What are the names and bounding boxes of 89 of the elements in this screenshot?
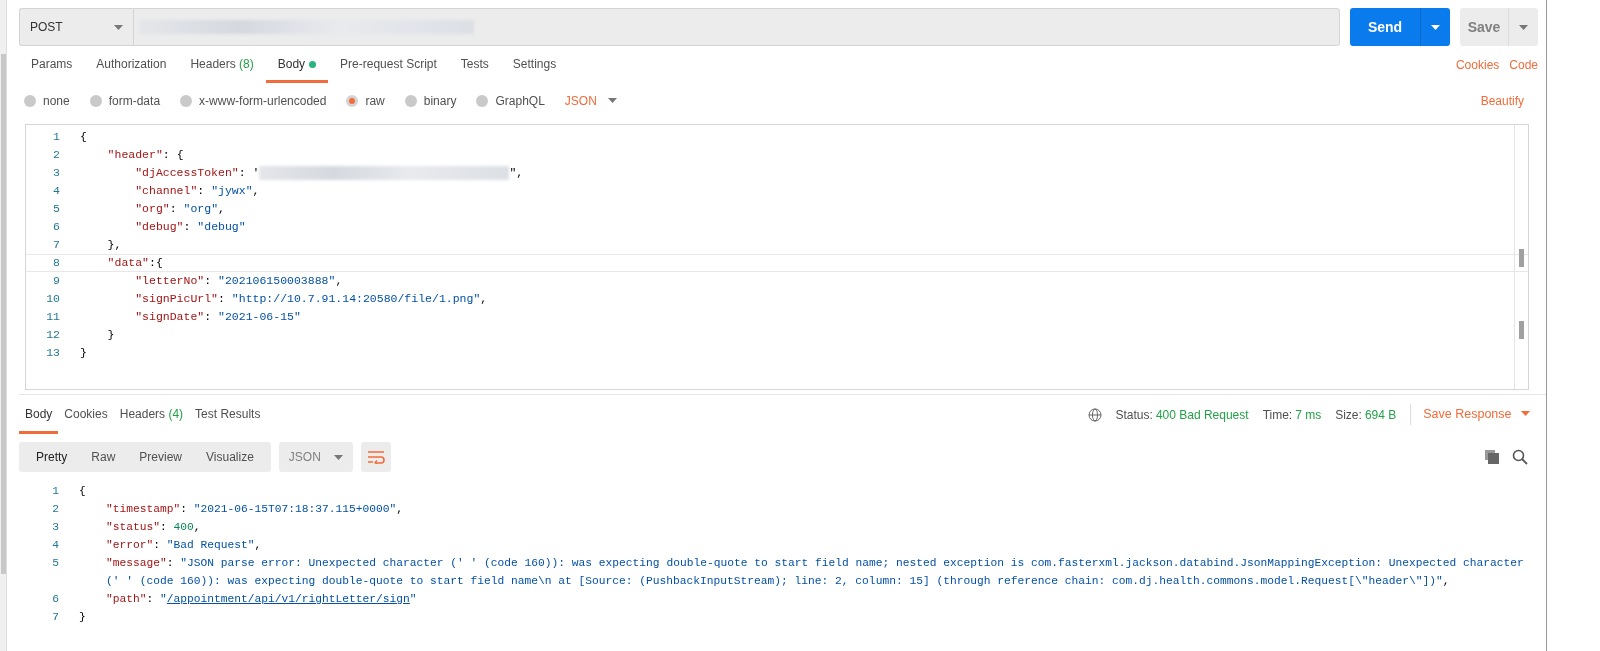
line-number: 8 [52, 255, 60, 272]
code-line: "debug": "debug" [134, 219, 246, 236]
send-dropdown-button[interactable] [1420, 8, 1450, 46]
line-number: 2 [52, 147, 60, 164]
code-line: "org": "org", [134, 201, 225, 218]
code-line: "header": { [106, 147, 184, 164]
tab[interactable]: Settings [500, 47, 569, 83]
code-line: } [80, 345, 87, 362]
line-number: 12 [45, 327, 60, 344]
globe-icon[interactable] [1087, 407, 1102, 422]
line-number: 10 [45, 291, 60, 308]
radio-option[interactable]: GraphQL [476, 92, 545, 110]
format-label: JSON [288, 449, 321, 466]
format-dropdown[interactable]: JSON [278, 442, 353, 472]
tab[interactable]: Tests [448, 47, 501, 83]
code-line: { [78, 484, 87, 499]
tab[interactable]: Authorization [84, 47, 179, 83]
line-number: 1 [52, 129, 60, 146]
tab[interactable]: Headers (8) [178, 47, 266, 83]
line-number: 6 [51, 592, 59, 607]
tab[interactable]: Test Results [189, 395, 267, 434]
code-line: "data":{ [106, 255, 163, 272]
line-number: 9 [52, 273, 60, 290]
radio-option[interactable]: x-www-form-urlencoded [180, 92, 327, 110]
code-text: "djAccessToken" [134, 166, 239, 180]
line-number: 1 [51, 484, 59, 499]
scrollbar-thumb[interactable] [1519, 321, 1524, 339]
radio-option[interactable]: raw [346, 92, 385, 110]
radio-option[interactable]: form-data [89, 92, 161, 110]
copy-icon[interactable] [1484, 449, 1500, 465]
line-number: 5 [51, 556, 59, 571]
code-line: "channel": "jywx", [134, 183, 260, 200]
view-tab[interactable]: Raw [79, 442, 128, 472]
line-number: 7 [52, 237, 60, 254]
response-meta: Time: 7 ms [1262, 406, 1322, 424]
view-tab[interactable]: Preview [127, 442, 195, 472]
request-body-editor[interactable] [25, 124, 1529, 390]
line-number: 5 [52, 201, 60, 218]
code-line: } [78, 610, 87, 625]
tab[interactable]: Params [19, 47, 85, 83]
code-line: "letterNo": "202106150003888", [134, 273, 343, 290]
line-number: 11 [45, 309, 60, 326]
method-label: POST [30, 19, 63, 36]
caret-icon [1521, 411, 1530, 417]
tab[interactable]: Body [19, 395, 59, 434]
caret-icon [608, 98, 618, 103]
code-line: { [80, 129, 87, 146]
line-number: 13 [45, 345, 60, 362]
response-meta: Status: 400 Bad Request [1115, 406, 1249, 424]
code-line: "message": "JSON parse error: Unexpected character (' ' (code 160)): was expecting double-quote to start field name; nested exception is com.fasterxml.jackson.databind.JsonMappingException: Unexpected character (' ' (code 160)): was expecting double-quote to start field name\n at [Source: (PushbackInputStream); line: 2, column: 15] (through reference chain: com.dj.health.commons.model.Request[\"header\"])", [105, 556, 1525, 589]
caret-icon [1519, 25, 1528, 31]
tab[interactable]: Headers (4) [113, 395, 190, 434]
radio-option[interactable]: none [24, 92, 70, 110]
send-button[interactable]: Send [1350, 8, 1420, 46]
caret-icon [333, 454, 343, 460]
scrollbar-thumb[interactable] [1, 54, 6, 574]
line-number: 3 [51, 520, 59, 535]
line-number: 3 [52, 165, 60, 182]
code-line: }, [106, 237, 122, 254]
tab[interactable]: Pre-request Script [328, 47, 449, 83]
wrap-lines-button[interactable] [360, 442, 391, 472]
code-line: } [106, 327, 115, 344]
save-dropdown-button[interactable] [1508, 8, 1538, 46]
scrollbar-thumb[interactable] [1519, 249, 1524, 267]
view-tab[interactable]: Pretty [24, 442, 80, 472]
view-tab[interactable]: Visualize [194, 442, 266, 472]
code-line: "error": "Bad Request", [105, 538, 263, 553]
code-line: "status": 400, [105, 520, 202, 535]
code-line: "path": "/appointment/api/v1/rightLetter/sign" [105, 592, 418, 607]
code-line: "timestamp": "2021-06-15T07:18:37.115+0000", [105, 502, 405, 517]
line-number: 4 [51, 538, 59, 553]
search-icon[interactable] [1512, 449, 1528, 465]
tab[interactable]: Cookies [58, 395, 114, 434]
line-number: 7 [51, 610, 59, 625]
code-line: "signDate": "2021-06-15" [134, 309, 301, 326]
response-meta: Size: 694 B [1335, 406, 1397, 424]
code-text: ", [509, 166, 524, 180]
method-dropdown[interactable]: POST [19, 8, 133, 46]
code-line: "signPicUrl": "http://10.7.91.14:20580/file/1.png", [134, 291, 488, 308]
url-field[interactable] [133, 8, 1340, 46]
line-number: 4 [52, 183, 60, 200]
line-number: 2 [51, 502, 59, 517]
wrap-lines-icon [366, 450, 385, 464]
radio-option[interactable]: binary [404, 92, 457, 110]
caret-icon [1431, 25, 1440, 31]
code-text: : ' [238, 166, 260, 180]
line-number: 6 [52, 219, 60, 236]
caret-icon [114, 24, 123, 30]
tab[interactable]: Body [265, 47, 329, 83]
